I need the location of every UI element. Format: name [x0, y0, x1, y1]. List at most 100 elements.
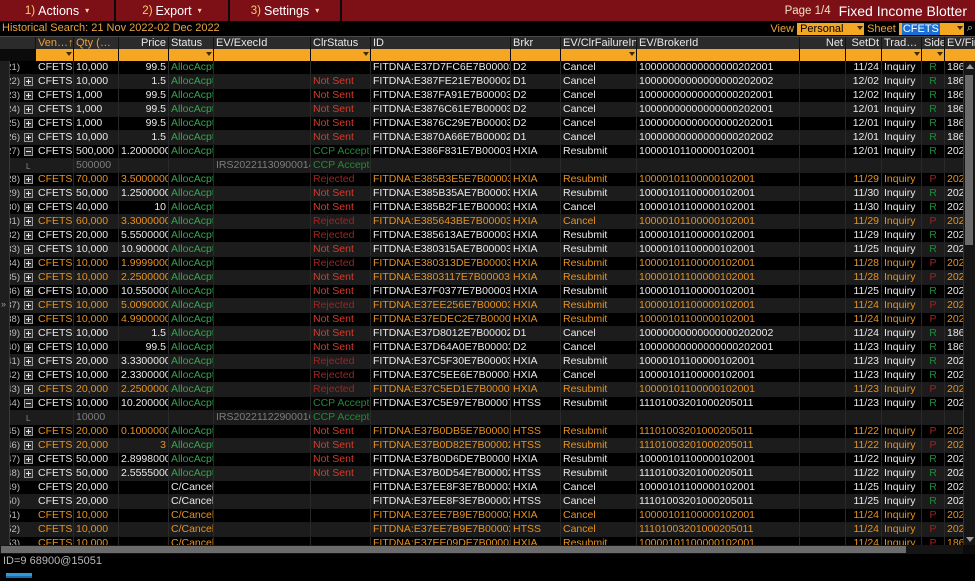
table-row[interactable]: 24) CFETS 1,000 99.5 AllocAcpt Not Sent FITDNA…: [0, 103, 975, 117]
blotter-table-body[interactable]: 21) CFETS 10,000 99.5 AllocAcpt FITDNA:E37D7F…: [0, 61, 975, 545]
table-row[interactable]: 35)CFETS10,0002.25000000AllocAcptNot Sen…: [0, 271, 975, 285]
table-row[interactable]: 34)CFETS10,0001.99990000AllocAcptRejecte…: [0, 257, 975, 271]
table-row[interactable]: 32)CFETS20,0005.55000000AllocAcptRejecte…: [0, 229, 975, 243]
scroll-up-icon[interactable]: [966, 64, 974, 69]
table-row[interactable]: 23) CFETS 1,000 99.5 AllocAcpt Not Sent FITDNA…: [0, 89, 975, 103]
expand-row-icon[interactable]: [24, 175, 33, 184]
expand-row-icon[interactable]: [24, 189, 33, 198]
table-row[interactable]: L 10000 IRS20221122900016CCP Accepted: [0, 411, 975, 425]
chevron-down-icon[interactable]: [206, 52, 212, 56]
table-row[interactable]: 45)CFETS20,0000.10000000AllocAcptNot Sen…: [0, 425, 975, 439]
filter-input-qty[interactable]: [74, 49, 119, 61]
expand-row-icon[interactable]: [24, 427, 33, 436]
table-row[interactable]: 36)CFETS10,00010.55000000AllocAcptNot Se…: [0, 285, 975, 299]
menu-export[interactable]: 2) Export ▾: [116, 0, 230, 21]
expand-row-icon[interactable]: [24, 455, 33, 464]
collapse-row-icon[interactable]: [24, 399, 33, 408]
filter-input-trad[interactable]: [882, 49, 922, 61]
chevron-down-icon[interactable]: [937, 52, 943, 56]
expand-row-icon[interactable]: [24, 259, 33, 268]
expand-row-icon[interactable]: [24, 91, 33, 100]
scroll-down-icon[interactable]: [966, 537, 974, 542]
expand-row-icon[interactable]: [24, 77, 33, 86]
cell-clrfail: Resubmit: [561, 439, 637, 452]
table-row[interactable]: 48)CFETS50,0002.55550000AllocAcptNot Sen…: [0, 467, 975, 481]
table-row[interactable]: 39) CFETS 10,000 1.5 AllocAcpt Not Sent FITDNA…: [0, 327, 975, 341]
table-row[interactable]: 30) CFETS 40,000 10 AllocAcpt Not Sent FITDNA:…: [0, 201, 975, 215]
search-icon[interactable]: ⌕: [967, 22, 973, 35]
chevron-down-icon[interactable]: [363, 52, 369, 56]
expand-row-icon[interactable]: [24, 217, 33, 226]
table-row[interactable]: 33)CFETS10,00010.90000000AllocAcptNot Se…: [0, 243, 975, 257]
horizontal-scrollbar[interactable]: [0, 545, 963, 554]
rail-expand-icon[interactable]: »: [1, 299, 6, 309]
filter-input-venue[interactable]: [36, 49, 74, 61]
expand-row-icon[interactable]: [24, 273, 33, 282]
table-row[interactable]: 28)CFETS70,0003.50000000AllocAcptRejecte…: [0, 173, 975, 187]
filter-input-side[interactable]: [922, 49, 945, 61]
expand-row-icon[interactable]: [24, 357, 33, 366]
table-row[interactable]: 44)CFETS10,00010.20000000AllocAcptCCP Ac…: [0, 397, 975, 411]
filter-input-net[interactable]: [800, 49, 846, 61]
chevron-down-icon[interactable]: [66, 52, 72, 56]
table-row[interactable]: 41)CFETS20,0003.33000000AllocAcptRejecte…: [0, 355, 975, 369]
expand-row-icon[interactable]: [24, 469, 33, 478]
filter-input-status[interactable]: [169, 49, 214, 61]
table-row[interactable]: 43)CFETS20,0002.25000000AllocAcptRejecte…: [0, 383, 975, 397]
expand-row-icon[interactable]: [24, 245, 33, 254]
table-row[interactable]: 51) CFETS 10,000 C/Cancel FITDNA:E37EE7B9E7B…: [0, 509, 975, 523]
filter-input-id[interactable]: [371, 49, 511, 61]
table-row[interactable]: 31)CFETS60,0003.30000000AllocAcptRejecte…: [0, 215, 975, 229]
expand-row-icon[interactable]: [24, 287, 33, 296]
sheet-dropdown[interactable]: CFETS: [898, 22, 964, 35]
expand-row-icon[interactable]: [24, 343, 33, 352]
menu-settings[interactable]: 3) Settings ▾: [230, 0, 342, 21]
filter-input-brokerid[interactable]: [637, 49, 800, 61]
filter-input-clrstatus[interactable]: [311, 49, 371, 61]
menu-spacer: [342, 0, 785, 21]
expand-row-icon[interactable]: [24, 301, 33, 310]
expand-row-icon[interactable]: [24, 105, 33, 114]
table-row[interactable]: 47)CFETS50,0002.89980000AllocAcptNot Sen…: [0, 453, 975, 467]
table-row[interactable]: 46) CFETS 20,000 3 AllocAcpt Not Sent FITDNA:E…: [0, 439, 975, 453]
expand-row-icon[interactable]: [24, 119, 33, 128]
horizontal-scrollbar-thumb[interactable]: [1, 546, 906, 553]
expand-row-icon[interactable]: [24, 371, 33, 380]
expand-row-icon[interactable]: [24, 203, 33, 212]
expand-row-icon[interactable]: [24, 133, 33, 142]
table-row[interactable]: 53) CFETS 10,000 C/Cancel FITDNA:E37EE09DE7B…: [0, 537, 975, 545]
table-row[interactable]: 27)CFETS500,0001.20000000AllocAcptCCP Ac…: [0, 145, 975, 159]
table-row[interactable]: 52) CFETS 10,000 C/Cancel FITDNA:E37EE7B9E7B…: [0, 523, 975, 537]
table-row[interactable]: 38)CFETS10,0004.99000000AllocAcptNot Sen…: [0, 313, 975, 327]
table-row[interactable]: 50) CFETS 20,000 C/Cancel FITDNA:E37EE8F3E7B…: [0, 495, 975, 509]
menu-actions[interactable]: 1) Actions ▾: [0, 0, 116, 21]
collapse-row-icon[interactable]: [24, 147, 33, 156]
table-row[interactable]: 42)CFETS10,0002.33000000AllocAcptRejecte…: [0, 369, 975, 383]
table-row[interactable]: 40) CFETS 10,000 99.5 AllocAcpt Not Sent FITDN…: [0, 341, 975, 355]
chevron-down-icon[interactable]: [629, 52, 635, 56]
filter-input-brkr[interactable]: [511, 49, 561, 61]
filter-input-price[interactable]: [119, 49, 169, 61]
expand-row-icon[interactable]: [24, 385, 33, 394]
table-row[interactable]: 49) CFETS 20,000 C/Cancel FITDNA:E37EE8F3E7B…: [0, 481, 975, 495]
table-row[interactable]: 25) CFETS 1,000 99.5 AllocAcpt Not Sent FITDNA…: [0, 117, 975, 131]
view-dropdown[interactable]: Personal: [797, 22, 865, 35]
filter-input-clrfail[interactable]: [561, 49, 637, 61]
table-row[interactable]: L 500000 IRS20221130900014CCP Accepted: [0, 159, 975, 173]
table-row[interactable]: 21) CFETS 10,000 99.5 AllocAcpt FITDNA:E37D7F…: [0, 61, 975, 75]
vertical-scrollbar-thumb[interactable]: [965, 75, 973, 245]
vertical-scrollbar[interactable]: [963, 61, 975, 545]
table-row[interactable]: 22) CFETS 10,000 1.5 AllocAcpt Not Sent FITDNA…: [0, 75, 975, 89]
filter-input-execid[interactable]: [214, 49, 311, 61]
expand-row-icon[interactable]: [24, 231, 33, 240]
table-row[interactable]: 26) CFETS 10,000 1.5 AllocAcpt Not Sent FITDNA…: [0, 131, 975, 145]
table-row[interactable]: 37)CFETS10,0005.00900000AllocAcptRejecte…: [0, 299, 975, 313]
expand-row-icon[interactable]: [24, 315, 33, 324]
chevron-down-icon[interactable]: [914, 52, 920, 56]
expand-row-icon[interactable]: [24, 329, 33, 338]
menu-export-label: Export: [155, 3, 192, 18]
filter-input-setdt[interactable]: [846, 49, 882, 61]
table-row[interactable]: 29)CFETS50,0001.25000000AllocAcptNot Sen…: [0, 187, 975, 201]
filter-input-firmid[interactable]: [945, 49, 975, 61]
expand-row-icon[interactable]: [24, 441, 33, 450]
